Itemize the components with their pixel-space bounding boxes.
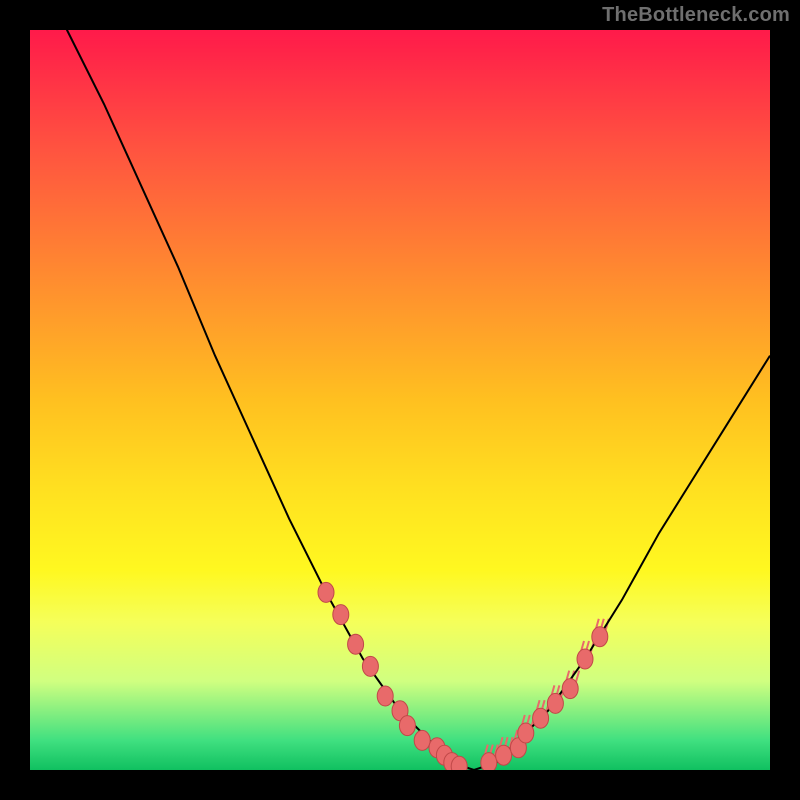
curve-marker [577,649,593,669]
curve-marker [348,634,364,654]
curve-marker [333,605,349,625]
curve-marker [592,627,608,647]
watermark-text: TheBottleneck.com [602,4,790,27]
curve-marker [377,686,393,706]
curve-marker [481,753,497,770]
curve-marker [562,679,578,699]
curve-marker [414,730,430,750]
chart-plot-area [30,30,770,770]
chart-svg [30,30,770,770]
curve-marker [547,693,563,713]
curve-marker [318,582,334,602]
curve-marker [518,723,534,743]
curve-marker [533,708,549,728]
curve-marker [399,716,415,736]
chart-frame: TheBottleneck.com [0,0,800,800]
curve-marker [362,656,378,676]
curve-marker [496,745,512,765]
